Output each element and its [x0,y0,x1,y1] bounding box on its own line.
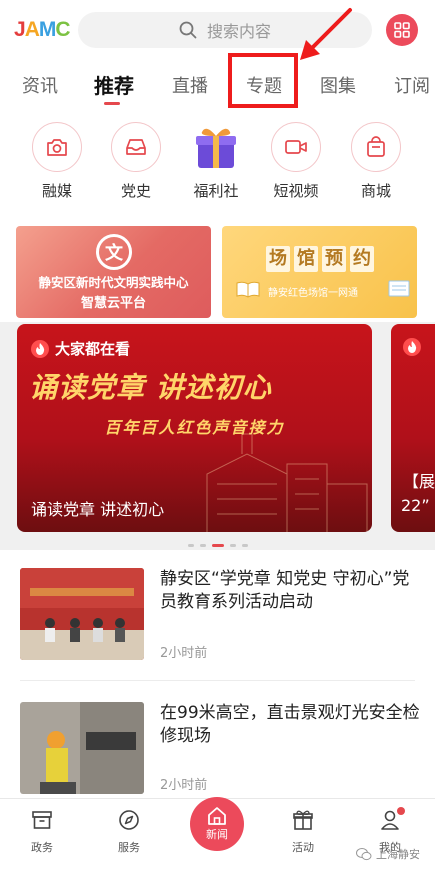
search-icon [179,21,197,39]
camera-icon [47,139,67,156]
top-bar: J A M C 搜索内容 [0,0,435,62]
page-dot[interactable] [187,544,194,547]
shortcut-circle [271,122,321,172]
tab-subscribe[interactable]: 订阅 [394,72,430,98]
news-thumbnail [20,702,144,794]
book-icon [388,280,410,297]
shortcut-circle [351,122,401,172]
channel-tabs: 资讯 推荐 直播 专题 图集 订阅 [0,64,435,110]
nav-label: 服务 [118,841,140,854]
inbox-icon [126,139,146,155]
building-illustration [206,433,368,532]
shortcut-mall[interactable]: 商城 [346,122,406,201]
fire-icon [403,338,421,356]
news-title: 静安区“学党章 知党史 守初心”党员教育系列活动启动 [160,569,410,612]
app-logo: J A M C [14,16,71,44]
gift-icon [196,128,236,168]
shortcut-circle [111,122,161,172]
logo-letter: A [24,18,40,41]
news-timestamp: 2小时前 [160,778,208,793]
card-headline: 诵读党章 讲述初心 [29,371,272,404]
banner-venue-booking[interactable]: 场 馆 预 约 静安红色场馆一网通 [222,226,417,318]
menu-grid-button[interactable] [386,14,418,46]
nav-label: 新闻 [206,828,228,841]
annotation-arrow-icon [300,8,352,60]
card-caption: 22” [401,496,430,515]
news-item[interactable]: 在99米高空，直击景观灯光安全检修现场 2小时前 [20,702,420,794]
notification-dot [397,807,405,815]
page-dot-active[interactable] [211,544,224,547]
page-dot[interactable] [199,544,206,547]
emblem-icon: 文 [96,234,132,270]
archive-box-icon [32,811,52,829]
shortcut-label: 福利社 [193,182,239,200]
news-item[interactable]: 静安区“学党章 知党史 守初心”党员教育系列活动启动 2小时前 [20,568,415,664]
shortcut-label: 融媒 [41,182,72,200]
news-thumbnail [20,568,144,660]
bottom-nav: 政务 服务 新闻 活动 我的 [0,797,435,874]
page-dot[interactable] [229,544,236,547]
search-placeholder: 搜索内容 [206,22,271,41]
card-caption: 诵读党章 讲述初心 [31,500,165,519]
open-book-icon [236,281,260,298]
shortcut-short-video[interactable]: 短视频 [266,122,326,201]
shortcut-gift-wrap [191,122,241,172]
nav-news[interactable]: 新闻 [190,797,244,851]
nav-activities[interactable]: 活动 [273,809,333,855]
tab-news[interactable]: 资讯 [22,72,58,98]
nav-label: 活动 [292,841,314,854]
active-tab-indicator [104,102,120,105]
carousel-card-next[interactable]: 【展 22” [391,324,435,532]
watermark: 上海静安 [356,846,420,862]
logo-letter: J [14,18,26,41]
carousel-card[interactable]: 大家都在看 诵读党章 讲述初心 百年百人红色声音接力 诵读党章 讲述初心 [17,324,372,532]
banner-subtitle: 智慧云平台 [80,296,146,311]
compass-icon [119,810,139,830]
grid-icon [394,22,410,38]
nav-label: 政务 [31,841,53,854]
shortcut-welfare[interactable]: 福利社 [186,122,246,201]
tab-gallery[interactable]: 图集 [320,72,356,98]
tab-recommend[interactable]: 推荐 [94,70,134,99]
shortcut-label: 党史 [120,182,151,200]
shopping-bag-icon [367,136,385,157]
banner-title: 静安区新时代文明实践中心 [38,275,189,290]
shortcut-label: 短视频 [273,182,319,200]
logo-letter: C [55,18,70,41]
nav-services[interactable]: 服务 [99,809,159,855]
home-icon [208,807,226,825]
nav-government[interactable]: 政务 [12,809,72,855]
divider [20,680,415,681]
shortcut-media[interactable]: 融媒 [27,122,87,201]
carousel-pagination [0,544,435,547]
tab-live[interactable]: 直播 [172,72,208,98]
trending-tag: 大家都在看 [31,338,130,359]
wechat-icon [356,848,372,861]
title-char: 馆 [294,246,318,272]
title-char: 预 [322,246,346,272]
watermark-text: 上海静安 [376,848,420,861]
banner-civilization-center[interactable]: 文 静安区新时代文明实践中心 智慧云平台 [16,226,211,318]
annotation-highlight-box [228,53,298,108]
banner-subtitle: 静安红色场馆一网通 [268,288,358,299]
shortcut-party-history[interactable]: 党史 [106,122,166,201]
gift-icon [293,810,313,830]
card-caption: 【展 [403,472,435,491]
shortcut-label: 商城 [360,182,391,200]
title-char: 场 [266,246,290,272]
shortcut-circle [32,122,82,172]
logo-letter: M [38,18,56,41]
trending-tag-label: 大家都在看 [55,340,131,358]
page-dot[interactable] [241,544,248,547]
news-timestamp: 2小时前 [160,646,208,661]
fire-icon [31,339,49,358]
banner-title: 场 馆 预 约 [266,246,374,272]
news-title: 在99米高空，直击景观灯光安全检修现场 [160,703,420,746]
video-icon [285,140,307,154]
title-char: 约 [350,246,374,272]
